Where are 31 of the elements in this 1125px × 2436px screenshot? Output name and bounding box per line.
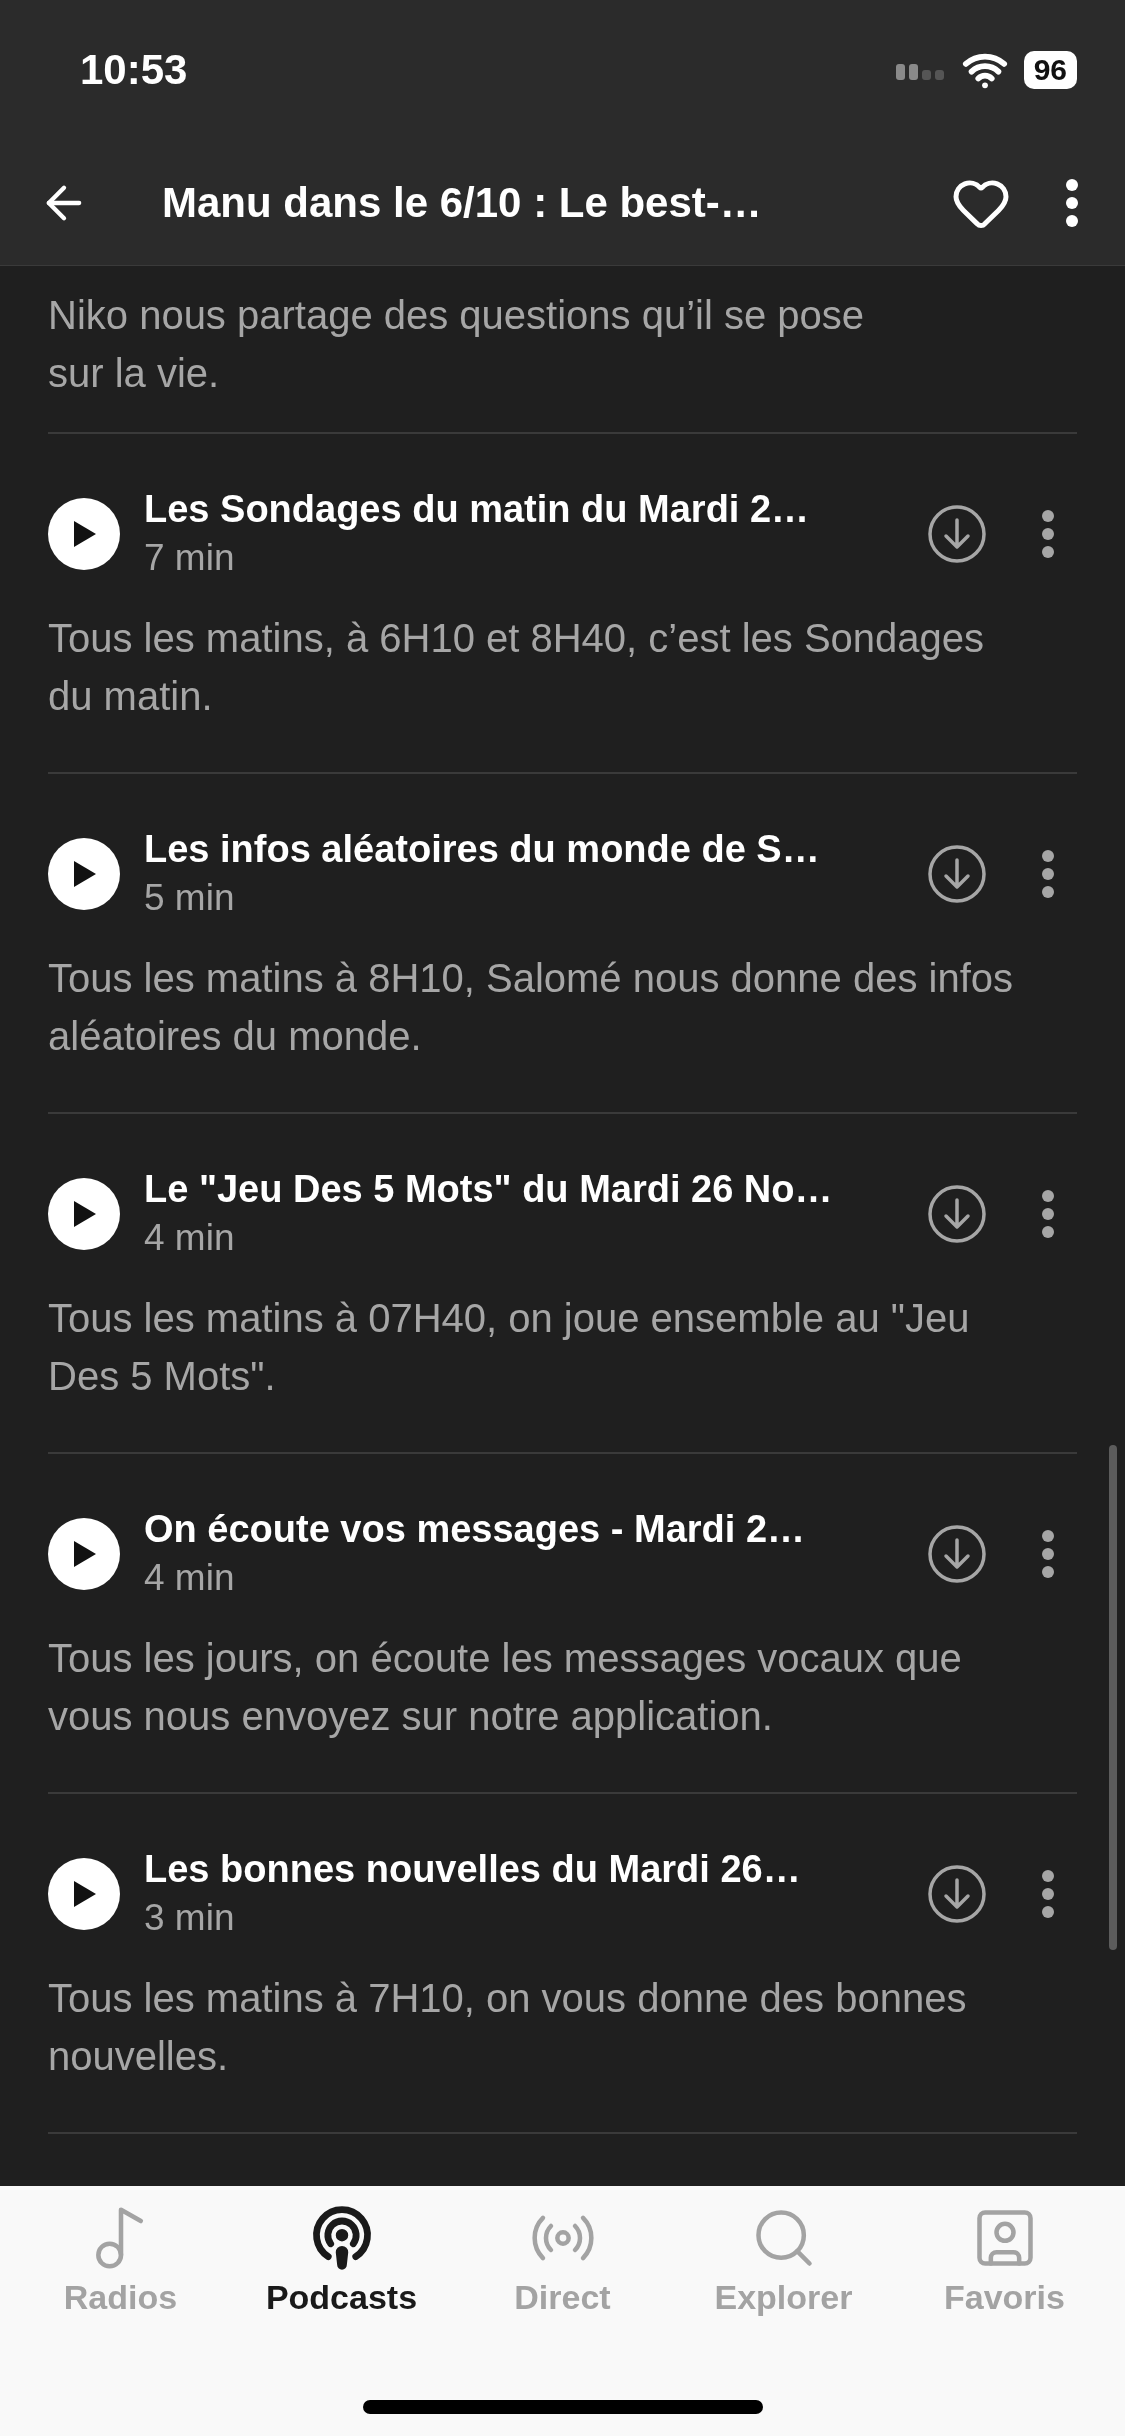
episode-title[interactable]: Les infos aléatoires du monde de S… bbox=[144, 828, 895, 871]
more-icon bbox=[1041, 1528, 1055, 1579]
episode-duration: 5 min bbox=[144, 877, 236, 919]
more-icon bbox=[1041, 508, 1055, 559]
more-icon bbox=[1065, 177, 1079, 228]
episode-title[interactable]: Les Sondages du matin du Mardi 2… bbox=[144, 488, 895, 531]
episode-duration: 3 min bbox=[144, 1897, 236, 1939]
more-icon bbox=[1041, 848, 1055, 899]
episode-description: Tous les matins à 07H40, on joue ensemble au "Jeu Des 5 Mots". bbox=[48, 1295, 971, 1400]
download-icon bbox=[927, 503, 987, 564]
page-title: Manu dans le 6/10 : Le best-… bbox=[161, 178, 763, 227]
episode-duration: 4 min bbox=[144, 1557, 236, 1599]
download-icon bbox=[927, 1183, 987, 1244]
download-icon bbox=[927, 843, 987, 904]
episode-description: Tous les matins, à 6H10 et 8H40, c’est les Sondages du matin. bbox=[48, 615, 986, 720]
episode-description: Tous les matins à 7H10, on vous donne des bonnes nouvelles. bbox=[48, 1975, 968, 2080]
episode-description: Tous les matins à 8H10, Salomé nous donne des infos aléatoires du monde. bbox=[48, 955, 1015, 1060]
more-icon bbox=[1041, 1868, 1055, 1919]
status-time: 10:53 bbox=[80, 46, 188, 94]
episode-duration: 7 min bbox=[144, 537, 236, 579]
episode-title[interactable]: Les bonnes nouvelles du Mardi 26… bbox=[144, 1848, 895, 1891]
battery-level: 96 bbox=[1023, 51, 1077, 89]
more-icon bbox=[1041, 1188, 1055, 1239]
download-icon bbox=[927, 1523, 987, 1584]
episode-title[interactable]: Le "Jeu Des 5 Mots" du Mardi 26 No… bbox=[144, 1168, 895, 1211]
download-icon bbox=[927, 1863, 987, 1924]
episode-description: Tous les jours, on écoute les messages vocaux que vous nous envoyez sur notre application. bbox=[48, 1635, 963, 1740]
episode-description: Niko nous partage des questions qu’il se pose sur la vie. bbox=[48, 292, 866, 397]
episode-duration: 4 min bbox=[144, 1217, 236, 1259]
episode-title[interactable]: On écoute vos messages - Mardi 2… bbox=[144, 1508, 895, 1551]
tab[interactable]: Podcasts bbox=[241, 2204, 442, 2317]
